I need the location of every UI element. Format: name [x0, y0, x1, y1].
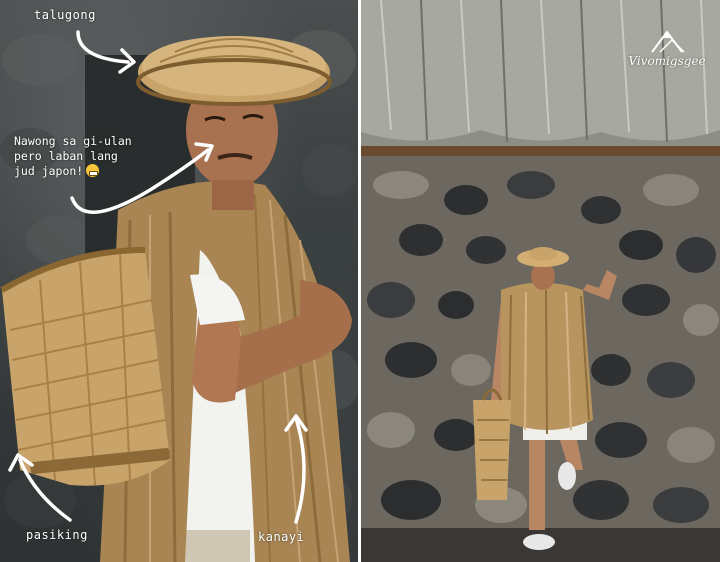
- woven-basket: [0, 247, 171, 486]
- right-photo-fullbody: Vivomigsgee: [361, 0, 720, 562]
- thatched-roof: [361, 0, 720, 150]
- mountain-logo-icon: [651, 30, 685, 53]
- label-basket: pasiking: [26, 528, 88, 542]
- wooden-beam: [361, 146, 720, 156]
- label-cape: kanayi: [258, 530, 305, 544]
- watermark-text: Vivomigsgee: [628, 54, 706, 68]
- watermark: Vivomigsgee: [622, 28, 712, 68]
- caption-note: Nawong sa gi-ulan pero laban lang jud ja…: [14, 134, 174, 179]
- neck: [212, 180, 254, 210]
- caption-line-2: pero laban lang: [14, 149, 118, 163]
- photo-collage: talugong Nawong sa gi-ulan pero laban la…: [0, 0, 720, 562]
- closeup-scene: [0, 30, 358, 562]
- grimace-emoji-icon: [86, 164, 100, 177]
- pants: [180, 530, 250, 562]
- label-hat: talugong: [34, 8, 96, 22]
- left-photo-closeup: talugong Nawong sa gi-ulan pero laban la…: [0, 0, 358, 562]
- fullbody-scene: [361, 0, 720, 562]
- caption-line-3: jud japon!: [14, 164, 84, 178]
- woven-hat: [136, 36, 332, 106]
- caption-line-1: Nawong sa gi-ulan: [14, 134, 132, 148]
